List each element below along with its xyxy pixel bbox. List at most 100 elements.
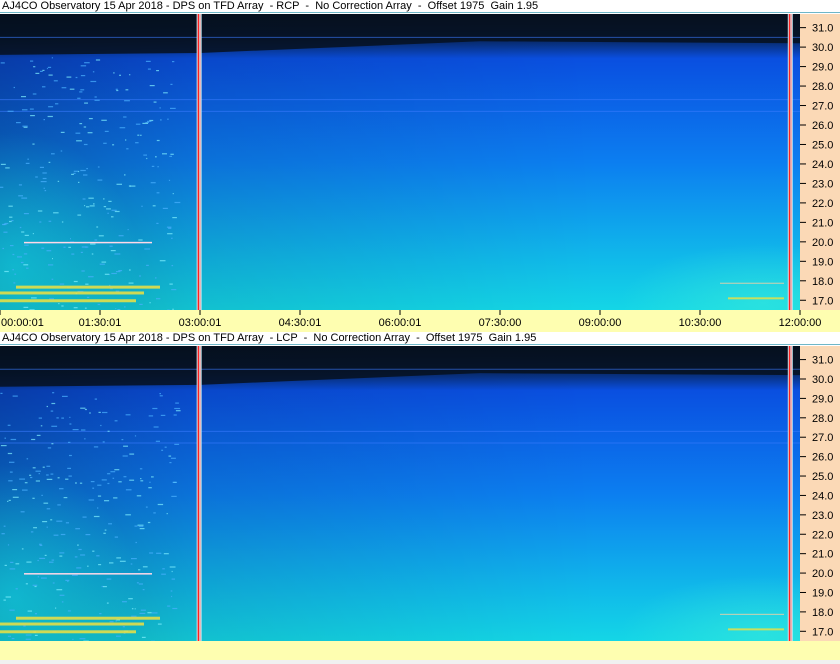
signal-streak [0, 622, 144, 626]
noise-speck [173, 414, 177, 416]
noise-speck [118, 481, 122, 483]
noise-speck [104, 500, 110, 502]
noise-speck [155, 156, 157, 158]
noise-speck [119, 74, 121, 76]
frequency-tick-label: 21.0 [812, 217, 833, 229]
noise-speck [14, 273, 17, 275]
noise-speck [53, 80, 58, 82]
noise-speck [66, 76, 72, 78]
noise-speck [69, 88, 75, 90]
time-tick-label: 00:00:01 [1, 317, 44, 329]
noise-speck [90, 481, 95, 483]
noise-speck [51, 402, 56, 405]
noise-speck [139, 468, 143, 470]
noise-speck [18, 195, 23, 197]
noise-speck [145, 60, 151, 62]
noise-speck [56, 417, 59, 419]
noise-speck [30, 531, 34, 533]
noise-speck [157, 166, 159, 168]
noise-speck [155, 440, 160, 442]
noise-speck [63, 246, 66, 248]
noise-speck [51, 57, 53, 59]
noise-speck [80, 407, 86, 409]
noise-speck [81, 246, 87, 248]
noise-speck [7, 452, 13, 455]
noise-speck [86, 296, 90, 298]
noise-speck [123, 445, 128, 447]
noise-speck [90, 80, 97, 83]
noise-speck [35, 72, 40, 74]
noise-speck [43, 119, 45, 121]
noise-speck [42, 521, 48, 523]
noise-speck [48, 106, 54, 108]
noise-speck [15, 563, 20, 565]
noise-speck [3, 599, 6, 601]
lcp-frequency-axis: 31.0 30.0 29.0 28.0 27.0 26.0 25.0 24.0 23.0 22.0… [800, 346, 840, 641]
noise-speck [88, 197, 94, 199]
noise-speck [22, 109, 28, 111]
noise-speck [4, 437, 6, 439]
noise-speck [168, 179, 171, 181]
noise-speck [23, 126, 28, 128]
frequency-tick-label: 29.0 [812, 393, 833, 405]
signal-streak [16, 285, 160, 289]
noise-speck [170, 153, 174, 155]
noise-speck [75, 528, 80, 530]
noise-speck [83, 174, 88, 176]
noise-speck [102, 441, 105, 443]
noise-speck [87, 565, 89, 567]
noise-speck [46, 508, 51, 510]
noise-speck [169, 283, 173, 285]
noise-speck [97, 166, 100, 168]
noise-speck [40, 181, 47, 183]
noise-speck [48, 220, 52, 222]
noise-speck [43, 502, 49, 504]
noise-speck [94, 99, 100, 101]
frequency-tick-label: 26.0 [812, 120, 833, 132]
frequency-tick-label: 18.0 [812, 276, 833, 288]
noise-speck [107, 430, 110, 432]
noise-speck [49, 561, 54, 563]
noise-speck [61, 87, 67, 89]
noise-speck [118, 235, 124, 237]
noise-speck [131, 608, 134, 610]
frequency-tick-label: 18.0 [812, 607, 833, 619]
carrier-line [24, 573, 152, 575]
noise-speck [12, 489, 18, 491]
noise-speck [61, 305, 64, 307]
noise-speck [53, 534, 59, 536]
noise-speck [124, 100, 130, 102]
noise-speck [68, 475, 72, 477]
noise-speck [31, 438, 36, 441]
noise-speck [131, 615, 137, 617]
noise-speck [24, 244, 29, 246]
noise-speck [156, 552, 162, 554]
noise-speck [37, 210, 43, 212]
noise-speck [46, 474, 49, 476]
noise-speck [171, 570, 173, 573]
noise-speck [128, 282, 134, 284]
noise-speck [71, 173, 74, 175]
noise-speck [100, 424, 102, 427]
frequency-tick-label: 22.0 [812, 198, 833, 210]
noise-speck [98, 411, 101, 413]
noise-speck [61, 417, 64, 419]
noise-speck [114, 420, 118, 422]
noise-speck [93, 446, 99, 448]
noise-speck [21, 197, 28, 199]
noise-speck [112, 144, 115, 146]
noise-speck [174, 443, 180, 445]
noise-speck [35, 480, 40, 482]
signal-streak [0, 291, 144, 295]
noise-speck [107, 473, 111, 475]
noise-speck [79, 123, 83, 125]
noise-speck [73, 280, 78, 283]
noise-speck [166, 226, 172, 228]
noise-speck [70, 238, 71, 240]
noise-speck [148, 487, 152, 489]
noise-speck [38, 473, 40, 475]
noise-speck [0, 62, 5, 64]
noise-speck [84, 62, 90, 64]
noise-speck [67, 580, 69, 583]
noise-speck [78, 548, 82, 551]
